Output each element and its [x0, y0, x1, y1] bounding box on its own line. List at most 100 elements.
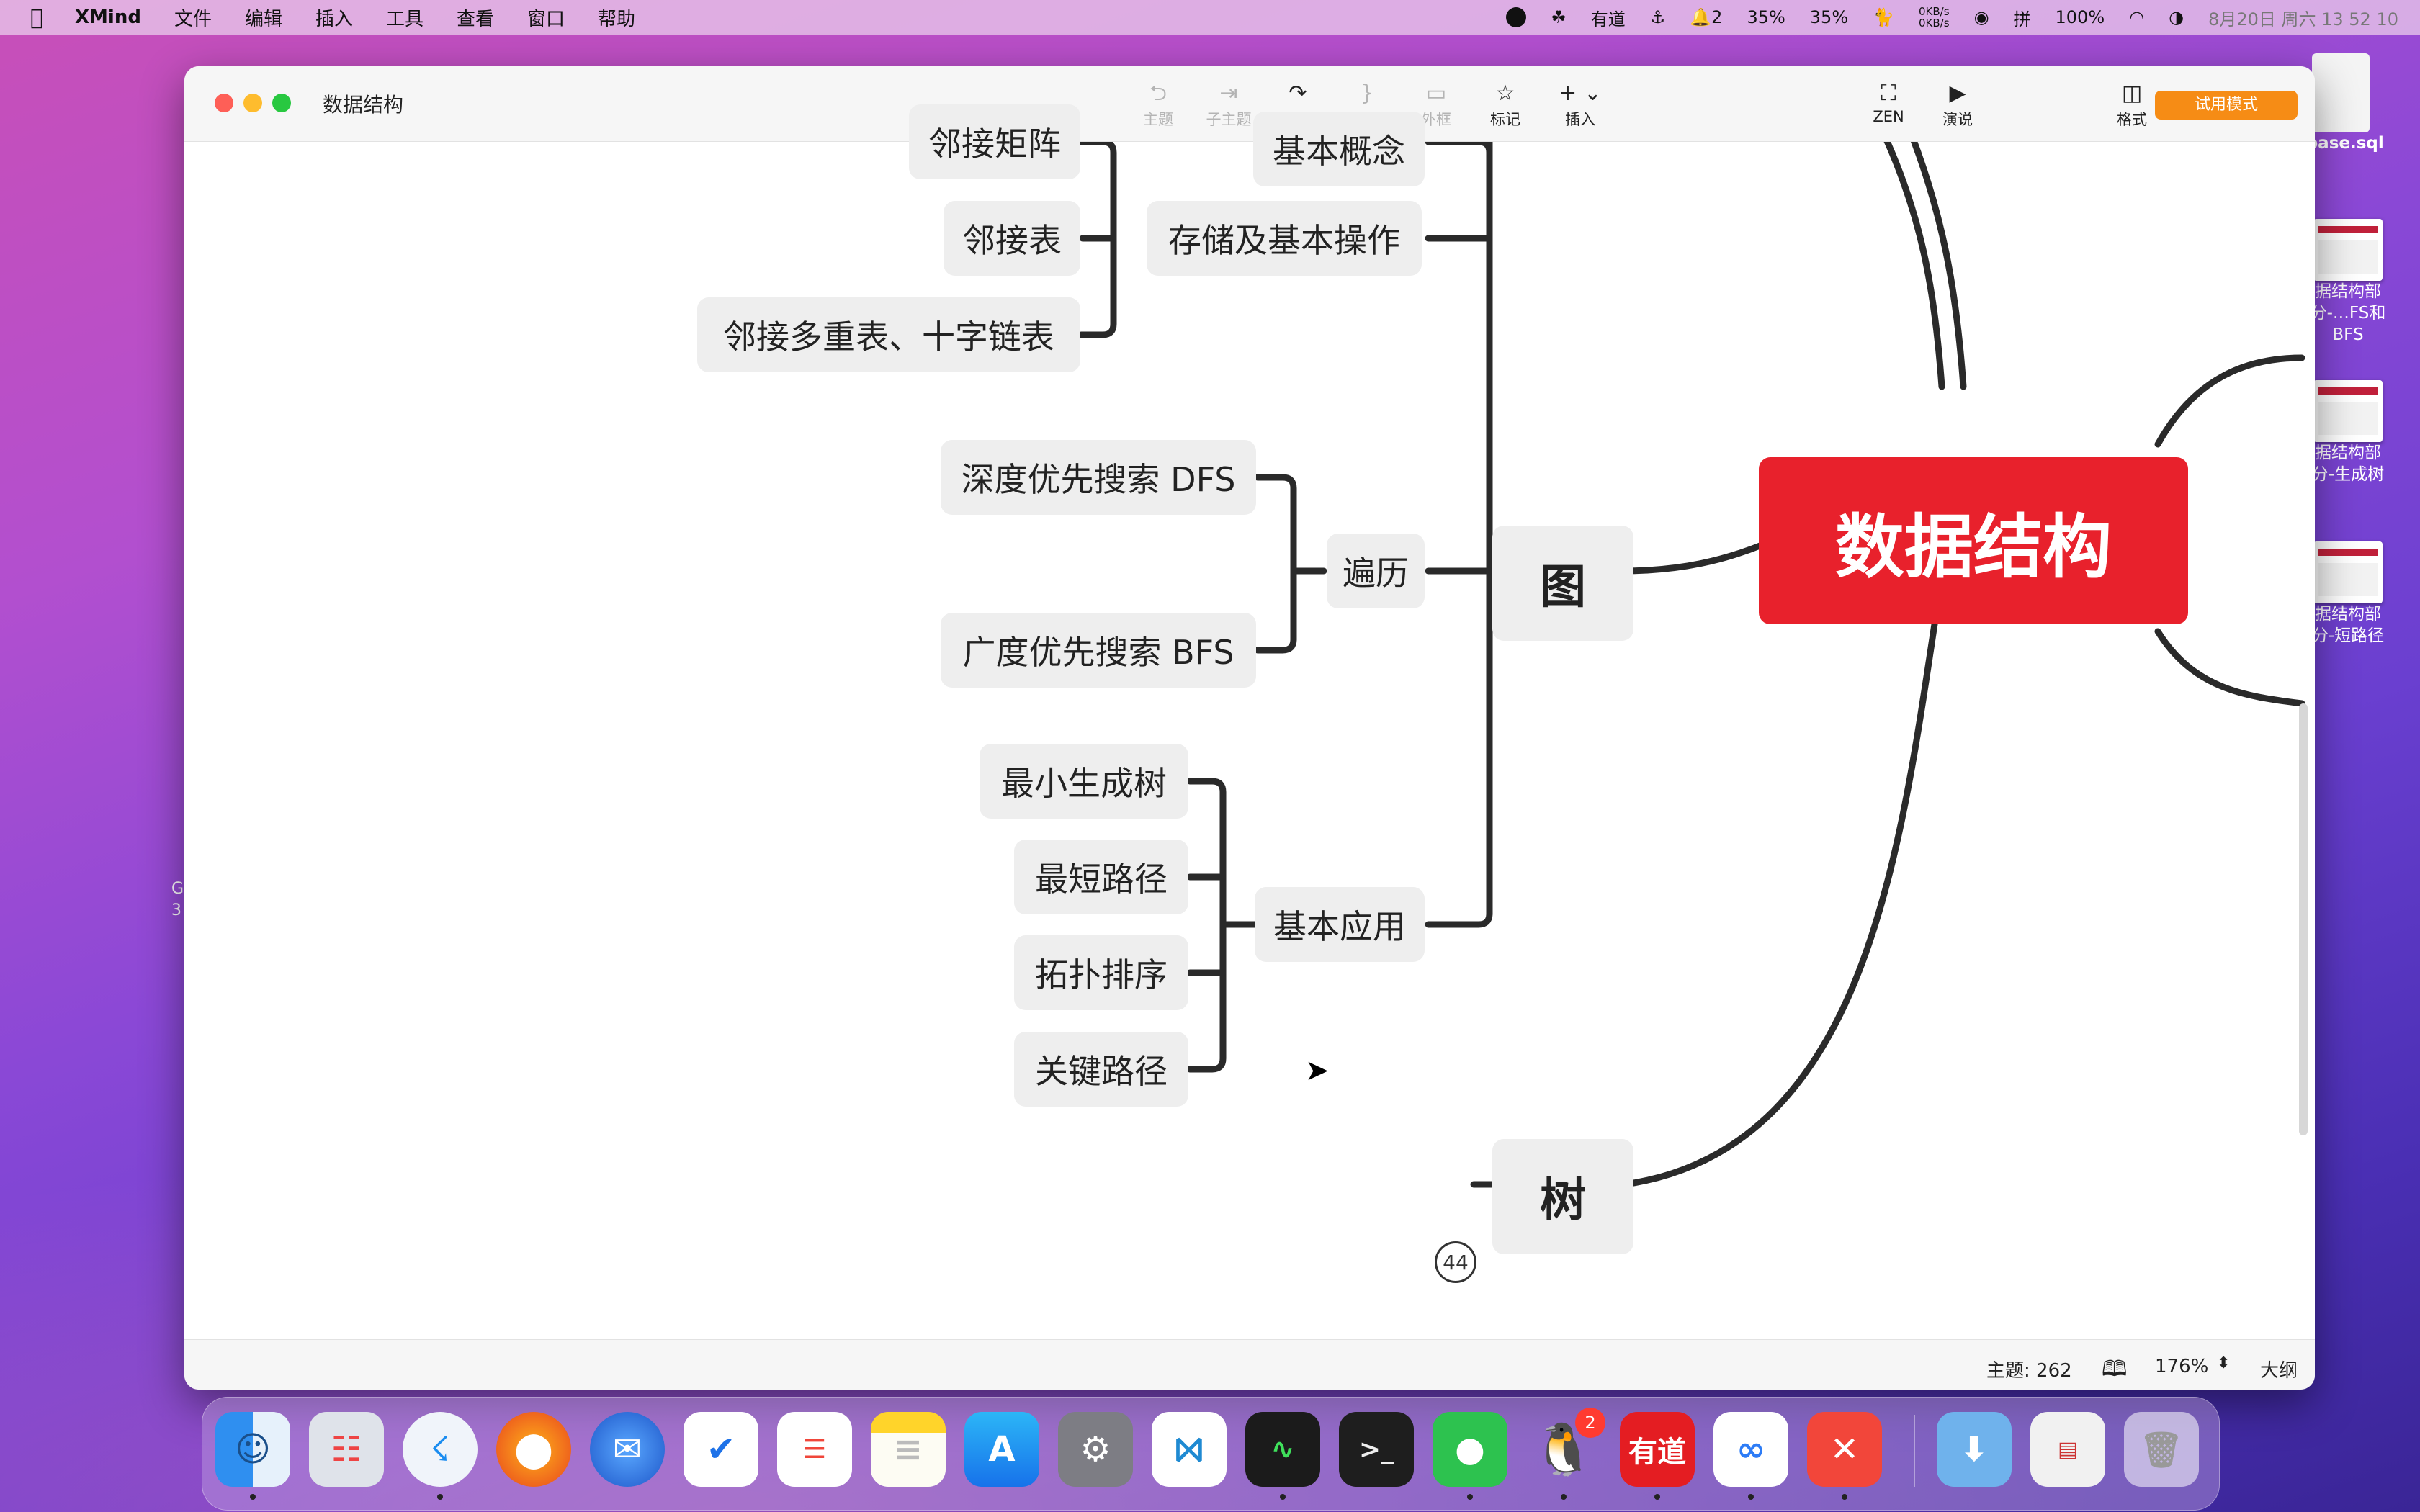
file-label: 据结构部分-生成树 — [2311, 444, 2385, 484]
docker-icon[interactable]: ⚓ — [1650, 7, 1666, 27]
running-indicator — [437, 1494, 443, 1500]
topic-shortest-path[interactable]: 最短路径 — [1014, 840, 1188, 914]
topic-basic-concept[interactable]: 基本概念 — [1253, 112, 1425, 186]
root-topic[interactable]: 数据结构 — [1759, 457, 2188, 624]
battery-status[interactable]: 100% — [2056, 7, 2105, 27]
topic-dfs[interactable]: 深度优先搜索 DFS — [941, 440, 1256, 515]
map-view-icon[interactable]: 🕮 — [2102, 1353, 2127, 1390]
thunderbird-icon[interactable]: ✉ — [590, 1412, 665, 1487]
zoom-stepper-icon[interactable]: ⬍ — [2217, 1354, 2230, 1372]
toolbar-pitch-button[interactable]: ▶ 演说 — [1929, 79, 1986, 130]
menu-view[interactable]: 查看 — [457, 4, 494, 31]
menu-window[interactable]: 窗口 — [527, 4, 565, 31]
file-label: 据结构部分-…FS和BFS — [2310, 282, 2386, 344]
topic-topo-sort[interactable]: 拓扑排序 — [1014, 935, 1188, 1010]
vscode-icon[interactable]: ⨝ — [1152, 1412, 1227, 1487]
todo-icon[interactable]: ✔ — [684, 1412, 758, 1487]
cpu-usage-1[interactable]: 35% — [1747, 7, 1785, 27]
sql-file-icon — [2312, 53, 2370, 132]
desktop-file-dfs-bfs[interactable]: 据结构部分-…FS和BFS — [2305, 219, 2391, 346]
toolbar-format-button[interactable]: ◫ 格式 — [2103, 79, 2161, 130]
menu-tools[interactable]: 工具 — [386, 4, 424, 31]
qq-status[interactable]: 🔔2 — [1690, 7, 1722, 27]
input-method[interactable]: 拼 — [2014, 5, 2031, 30]
safari-icon[interactable]: ☇ — [403, 1412, 478, 1487]
clock[interactable]: 8月20日 周六 13 52 10 — [2208, 5, 2398, 30]
boundary-icon: ▭ — [1425, 81, 1447, 106]
qq-notification-badge: 2 — [1575, 1408, 1605, 1438]
desktop-file-shortest-path[interactable]: 据结构部分-短路径 — [2305, 541, 2391, 647]
running-indicator — [250, 1494, 256, 1500]
running-indicator — [1842, 1494, 1847, 1500]
app-menu[interactable]: XMind — [75, 6, 141, 28]
wifi-icon[interactable]: ◠ — [2129, 7, 2144, 27]
downloads-icon[interactable]: ⬇ — [1937, 1412, 2012, 1487]
menu-insert[interactable]: 插入 — [315, 4, 353, 31]
subtopic-icon: ⇥ — [1219, 81, 1238, 106]
baidunetdisk-icon[interactable]: ∞ — [1713, 1412, 1788, 1487]
mindmap-connectors — [1077, 142, 2305, 1188]
pitch-icon: ▶ — [1949, 81, 1966, 106]
activity-monitor-icon[interactable]: ∿ — [1245, 1412, 1320, 1487]
control-center-icon[interactable]: ◑ — [2169, 7, 2184, 27]
wechat-tray-icon[interactable]: ◉ — [1974, 7, 1989, 27]
toolbar-label: 演说 — [1942, 111, 1973, 128]
screenshot-icon[interactable]: ▤ — [2030, 1412, 2105, 1487]
topic-adjacency-list[interactable]: 邻接表 — [944, 201, 1080, 276]
launchpad-icon[interactable]: ☷ — [309, 1412, 384, 1487]
zoom-button[interactable] — [272, 94, 291, 112]
reminders-icon[interactable]: ☰ — [777, 1412, 852, 1487]
settings-icon[interactable]: ⚙ — [1058, 1412, 1133, 1487]
topic-storage[interactable]: 存储及基本操作 — [1147, 201, 1422, 276]
finder-icon[interactable]: ☺ — [215, 1412, 290, 1487]
toolbar-subtopic-button[interactable]: ⇥ 子主题 — [1200, 79, 1258, 130]
apple-menu-icon[interactable]:  — [26, 5, 48, 30]
menu-file[interactable]: 文件 — [174, 4, 212, 31]
collapse-count-badge[interactable]: 44 — [1435, 1241, 1476, 1283]
notes-icon[interactable]: ≡ — [871, 1412, 946, 1487]
stop-recording-icon[interactable] — [1506, 7, 1527, 27]
cpu-usage-2[interactable]: 35% — [1810, 7, 1848, 27]
appstore-icon[interactable]: A — [964, 1412, 1039, 1487]
desktop-file-spanning-tree[interactable]: 据结构部分-生成树 — [2305, 380, 2391, 485]
outline-button[interactable]: 大纲 — [2260, 1356, 2298, 1382]
toolbar-insert-button[interactable]: + ⌄ 插入 — [1551, 79, 1609, 130]
topic-mst[interactable]: 最小生成树 — [980, 744, 1188, 819]
cat-icon[interactable]: 🐈 — [1873, 7, 1894, 27]
xmind-icon[interactable]: ✕ — [1807, 1412, 1882, 1487]
plus-icon: + ⌄ — [1559, 81, 1602, 106]
topic-tree[interactable]: 树 — [1492, 1139, 1634, 1254]
topic-bfs[interactable]: 广度优先搜索 BFS — [941, 613, 1256, 688]
trash-icon[interactable]: 🗑 — [2124, 1412, 2199, 1487]
wechat-icon[interactable]: ● — [1433, 1412, 1507, 1487]
toolbar-label: 格式 — [2117, 111, 2147, 128]
terminal-icon[interactable]: >_ — [1339, 1412, 1414, 1487]
menu-help[interactable]: 帮助 — [598, 4, 635, 31]
topic-traversal[interactable]: 遍历 — [1327, 534, 1425, 608]
trial-mode-button[interactable]: 试用模式 — [2155, 91, 2298, 120]
close-button[interactable] — [215, 94, 233, 112]
mindmap-canvas[interactable]: 数据结构 图 树 44 基本概念 存储及基本操作 遍历 基本应用 邻接矩阵 邻接… — [184, 104, 2315, 1390]
toolbar-label: 主题 — [1143, 111, 1173, 128]
file-thumbnail — [2313, 219, 2383, 281]
toolbar-zen-button[interactable]: ⛶ ZEN — [1860, 79, 1917, 125]
link-status-icon[interactable]: ☘ — [1551, 7, 1567, 27]
topic-application[interactable]: 基本应用 — [1255, 887, 1425, 962]
menu-edit[interactable]: 编辑 — [245, 4, 282, 31]
toolbar-marker-button[interactable]: ☆ 标记 — [1476, 79, 1534, 130]
topic-graph[interactable]: 图 — [1492, 526, 1634, 641]
network-rate[interactable]: 0KB/s 0KB/s — [1919, 6, 1950, 29]
minimize-button[interactable] — [243, 94, 262, 112]
vertical-scrollbar[interactable] — [2299, 703, 2308, 1135]
toolbar-topic-button[interactable]: ⮌ 主题 — [1129, 79, 1187, 130]
youdao-icon[interactable]: 有道 — [1620, 1412, 1695, 1487]
zoom-level[interactable]: 176% — [2155, 1356, 2208, 1377]
zen-icon: ⛶ — [1881, 81, 1896, 106]
youdao-menu[interactable]: 有道 — [1591, 5, 1626, 30]
topic-multilist[interactable]: 邻接多重表、十字链表 — [697, 297, 1080, 372]
running-indicator — [1561, 1494, 1567, 1500]
firefox-icon[interactable]: ⬤ — [496, 1412, 571, 1487]
running-indicator — [1280, 1494, 1286, 1500]
topic-critical-path[interactable]: 关键路径 — [1014, 1032, 1188, 1107]
topic-adjacency-matrix[interactable]: 邻接矩阵 — [909, 104, 1080, 179]
